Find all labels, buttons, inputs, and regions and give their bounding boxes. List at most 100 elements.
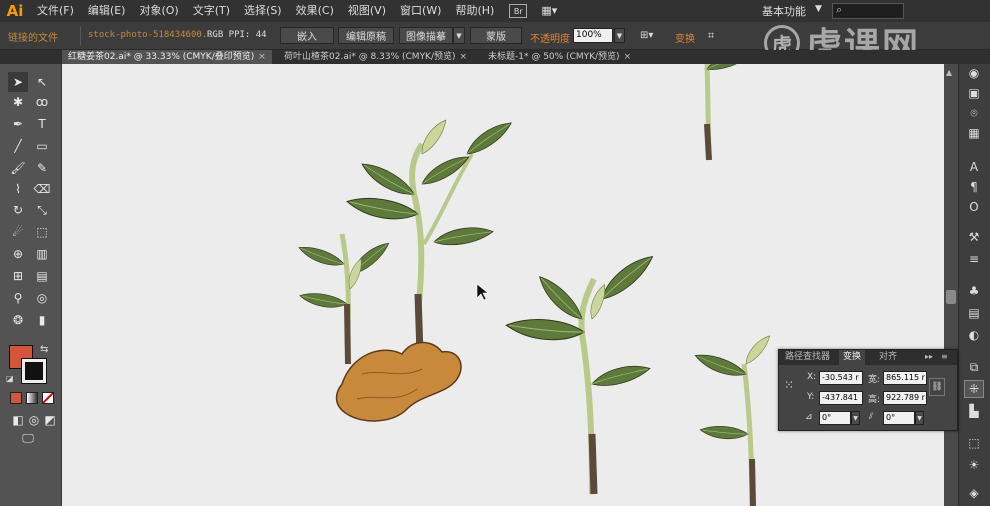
align-grid-icon[interactable]: ⊞▾ [640, 30, 653, 41]
close-icon[interactable]: × [624, 52, 632, 62]
lasso-tool-icon[interactable]: ꝏ [32, 92, 52, 112]
menu-window[interactable]: 窗口(W) [393, 0, 448, 22]
close-icon[interactable]: × [258, 52, 266, 62]
opacity-input[interactable]: 100% [573, 28, 613, 43]
reference-point-icon[interactable]: ⁙ [784, 378, 798, 392]
edit-original-button[interactable]: 编辑原稿 [338, 27, 394, 44]
export-panel-icon[interactable]: ⬚ [964, 434, 984, 452]
menu-view[interactable]: 视图(V) [341, 0, 393, 22]
paragraph-panel-icon[interactable]: ¶ [964, 178, 984, 196]
constrain-proportions-icon[interactable]: ⛓ [929, 378, 945, 396]
menu-object[interactable]: 对象(O) [132, 0, 185, 22]
symbol-sprayer-tool-icon[interactable]: ❂ [8, 310, 28, 330]
drawing-behind-icon[interactable]: ◩ [40, 410, 60, 430]
opacity-label[interactable]: 不透明度 [530, 30, 570, 45]
menu-help[interactable]: 帮助(H) [448, 0, 501, 22]
workspace-switcher[interactable]: 基本功能 [762, 3, 806, 19]
plant-top-right[interactable] [704, 64, 755, 161]
bridge-button[interactable]: Br [509, 4, 528, 18]
perspective-grid-tool-icon[interactable]: ▥ [32, 244, 52, 264]
collapse-icon[interactable]: ▸▸ [925, 352, 933, 361]
layers-panel-icon[interactable]: ◈ [964, 484, 984, 502]
chevron-down-icon[interactable]: ▼ [614, 28, 625, 43]
plant-center[interactable] [504, 249, 658, 495]
rotate-input[interactable]: 0° [819, 411, 851, 425]
height-input[interactable]: 922.789 r [883, 391, 927, 405]
shape-builder-tool-icon[interactable]: ⊕ [8, 244, 28, 264]
none-mode-icon[interactable] [42, 392, 54, 404]
linked-file-label[interactable]: 链接的文件 [8, 29, 58, 44]
rotate-tool-icon[interactable]: ↻ [8, 200, 28, 220]
chevron-down-icon[interactable]: ▼ [915, 411, 924, 425]
stroke-color-swatch[interactable] [21, 358, 47, 384]
panel-menu-icon[interactable]: ≡ [941, 352, 948, 361]
menu-edit[interactable]: 编辑(E) [81, 0, 133, 22]
pen-tool-icon[interactable]: ✒ [8, 114, 28, 134]
mask-button[interactable]: 蒙版 [470, 27, 522, 44]
tab-transform[interactable]: 变换 [839, 350, 866, 365]
plant-bottom-right[interactable] [692, 332, 774, 506]
vertical-scrollbar[interactable] [944, 64, 958, 506]
shear-input[interactable]: 0° [883, 411, 915, 425]
stroke-panel-icon[interactable]: ≡ [964, 250, 984, 268]
appearance-panel-icon[interactable]: ⧉ [964, 358, 984, 376]
menu-type[interactable]: 文字(T) [186, 0, 237, 22]
gradient-mode-icon[interactable] [26, 392, 38, 404]
pencil-tool-icon[interactable]: ✎ [32, 158, 52, 178]
embed-button[interactable]: 嵌入 [280, 27, 334, 44]
arrange-documents-icon[interactable]: ▦▾ [541, 4, 563, 18]
rectangle-tool-icon[interactable]: ▭ [32, 136, 52, 156]
warp-tool-icon[interactable]: ☄ [8, 222, 28, 242]
tab-document-2[interactable]: 荷叶山楂茶02.ai* @ 8.33% (CMYK/预览) × [278, 50, 473, 64]
column-graph-tool-icon[interactable]: ▮ [32, 310, 52, 330]
character-panel-icon[interactable]: A [964, 158, 984, 176]
color-guide-icon[interactable]: ▣ [964, 84, 984, 102]
blob-brush-tool-icon[interactable]: ⌇ [8, 179, 28, 199]
isolate-icon[interactable]: ⌗ [708, 29, 714, 43]
scale-tool-icon[interactable]: ⤡ [32, 200, 52, 220]
artboard-canvas[interactable] [62, 64, 944, 506]
tab-pathfinder[interactable]: 路径查找器 [781, 350, 834, 365]
tab-document-3[interactable]: 未标题-1* @ 50% (CMYK/预览) × [482, 50, 637, 64]
color-panel-icon[interactable]: ◉ [964, 64, 984, 82]
selection-tool-icon[interactable]: ➤ [8, 72, 28, 92]
club-symbol-icon[interactable]: ♣ [964, 282, 984, 300]
transparency-panel-icon[interactable]: ◐ [964, 326, 984, 344]
mesh-tool-icon[interactable]: ⊞ [8, 266, 28, 286]
menu-effect[interactable]: 效果(C) [289, 0, 341, 22]
default-colors-icon[interactable]: ◪ [6, 374, 14, 383]
swap-colors-icon[interactable]: ⇆ [40, 344, 48, 355]
width-input[interactable]: 865.115 r [883, 371, 927, 385]
eraser-tool-icon[interactable]: ⌫ [32, 179, 52, 199]
x-input[interactable]: -30.543 r [819, 371, 863, 385]
y-input[interactable]: -437.841 [819, 391, 863, 405]
scroll-up-icon[interactable]: ▲ [946, 68, 952, 77]
image-trace-button[interactable]: 图像描摹 [399, 27, 453, 44]
tab-document-1[interactable]: 红糖姜茶02.ai* @ 33.33% (CMYK/叠印预览) × [62, 50, 272, 64]
sun-icon[interactable]: ☀ [964, 456, 984, 474]
screen-mode-icon[interactable]: 🖵 [18, 428, 38, 448]
free-transform-tool-icon[interactable]: ⬚ [32, 222, 52, 242]
image-trace-dropdown[interactable]: ▼ [453, 27, 465, 44]
gradient-panel-icon[interactable]: ▤ [964, 304, 984, 322]
opentype-panel-icon[interactable]: O [964, 198, 984, 216]
swatches-icon[interactable]: ⌾ [964, 104, 984, 122]
line-tool-icon[interactable]: ╱ [8, 136, 28, 156]
transform-panel-icon[interactable]: ⁜ [964, 380, 984, 398]
brushes-icon[interactable]: ▦ [964, 124, 984, 142]
tab-align[interactable]: 对齐 [875, 350, 901, 365]
blend-tool-icon[interactable]: ◎ [32, 288, 52, 308]
gradient-tool-icon[interactable]: ▤ [32, 266, 52, 286]
symbols-panel-icon[interactable]: ⚒ [964, 228, 984, 246]
magic-wand-tool-icon[interactable]: ✱ [8, 92, 28, 112]
transform-link[interactable]: 变换 [675, 30, 695, 45]
close-icon[interactable]: × [460, 52, 468, 62]
color-mode-icon[interactable] [10, 392, 22, 404]
direct-selection-tool-icon[interactable]: ↖ [32, 72, 52, 92]
eyedropper-tool-icon[interactable]: ⚲ [8, 288, 28, 308]
ginger-plant[interactable] [296, 116, 516, 422]
menu-file[interactable]: 文件(F) [30, 0, 81, 22]
chevron-down-icon[interactable]: ▼ [815, 4, 822, 14]
menu-select[interactable]: 选择(S) [237, 0, 289, 22]
chevron-down-icon[interactable]: ▼ [851, 411, 860, 425]
